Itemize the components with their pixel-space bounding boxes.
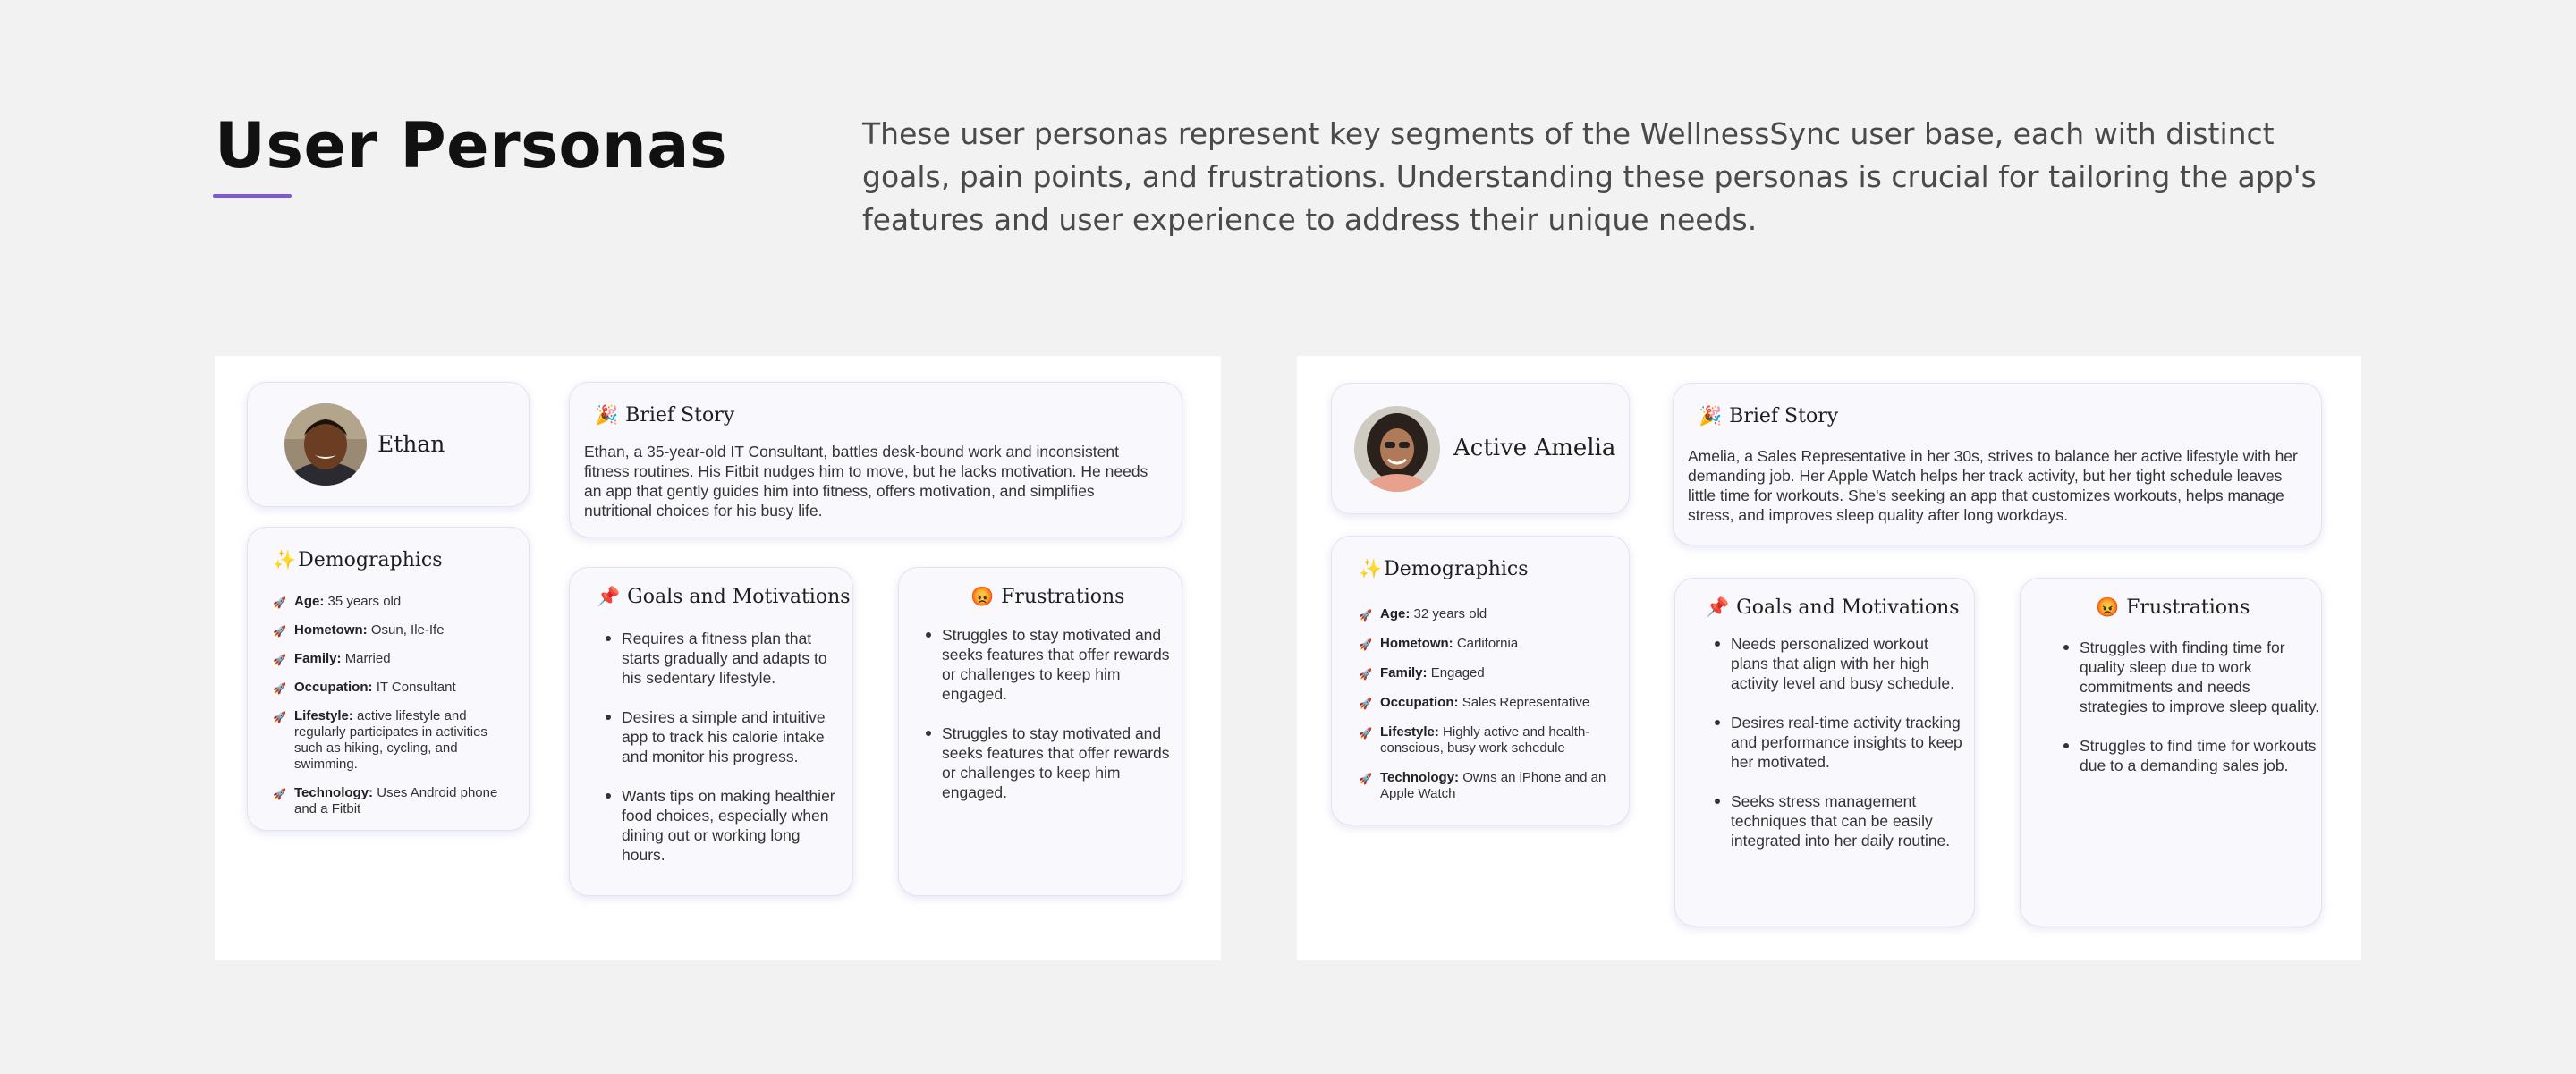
- brief-story-card: 🎉 Brief Story Ethan, a 35-year-old IT Con…: [569, 382, 1182, 537]
- persona-panel-ethan: Ethan ✨Demographics 🚀 Age: 35 years old 🚀…: [215, 356, 1221, 960]
- demographic-item: 🚀 Lifestyle: Highly active and health-con…: [1359, 724, 1590, 756]
- rocket-icon: 🚀: [1359, 609, 1372, 622]
- demographic-item: 🚀 Family: Married: [273, 651, 391, 666]
- title-underline: [213, 194, 292, 198]
- demographics-heading: ✨Demographics: [273, 549, 443, 571]
- rocket-icon: 🚀: [273, 711, 286, 723]
- party-popper-icon: 🎉: [1699, 405, 1723, 427]
- rocket-icon: 🚀: [273, 788, 286, 800]
- brief-story-text: Amelia, a Sales Representative in her 30…: [1688, 447, 2298, 524]
- demographic-item: 🚀 Occupation: Sales Representative: [1359, 695, 1590, 710]
- goal-item: Seeks stress management techniques that …: [1715, 791, 1963, 850]
- goals-list: Needs personalized workout plans that al…: [1711, 634, 1963, 870]
- demographics-card: ✨Demographics 🚀 Age: 35 years old 🚀 Hometo…: [247, 527, 530, 831]
- profile-card: Active Amelia: [1331, 383, 1630, 514]
- rocket-icon: 🚀: [1359, 638, 1372, 651]
- frustrations-list: Struggles to stay motivated and seeks fe…: [922, 625, 1183, 822]
- persona-name: Active Amelia: [1453, 435, 1616, 461]
- demographic-item: 🚀 Hometown: Carlifornia: [1359, 636, 1519, 651]
- demographic-item: 🚀 Family: Engaged: [1359, 665, 1485, 681]
- goal-item: Desires a simple and intuitive app to tr…: [606, 707, 836, 766]
- rocket-icon: 🚀: [1359, 668, 1372, 681]
- sparkles-icon: ✨: [1359, 558, 1383, 579]
- goal-item: Requires a fitness plan that starts grad…: [606, 629, 836, 688]
- rocket-icon: 🚀: [1359, 698, 1372, 710]
- party-popper-icon: 🎉: [595, 404, 619, 426]
- goal-item: Needs personalized workout plans that al…: [1715, 634, 1963, 693]
- demographic-item: 🚀 Technology: Owns an iPhone and an Apple…: [1359, 770, 1606, 801]
- brief-story-heading: 🎉 Brief Story: [595, 404, 735, 427]
- rocket-icon: 🚀: [273, 654, 286, 666]
- goal-item: Wants tips on making healthier food choi…: [606, 787, 835, 864]
- persona-name: Ethan: [377, 431, 445, 457]
- demographic-item: 🚀 Technology: Uses Android phone and a Fi…: [273, 785, 498, 816]
- persona-panel-amelia: Active Amelia ✨Demographics 🚀 Age: 32 yea…: [1297, 356, 2361, 960]
- frustration-item: Struggles with finding time for quality …: [2063, 638, 2320, 715]
- demographic-item: 🚀 Hometown: Osun, Ile-Ife: [273, 622, 445, 638]
- brief-story-card: 🎉 Brief Story Amelia, a Sales Representat…: [1673, 383, 2322, 545]
- profile-card: Ethan: [247, 382, 530, 507]
- frustration-item: Struggles to find time for workouts due …: [2063, 736, 2321, 775]
- frustrations-list: Struggles with finding time for quality …: [2060, 638, 2321, 795]
- rocket-icon: 🚀: [273, 625, 286, 638]
- pushpin-icon: 📌: [597, 586, 621, 607]
- frustrations-card: 😡 Frustrations Struggles with finding tim…: [2020, 578, 2322, 926]
- goals-heading: 📌 Goals and Motivations: [1706, 596, 1960, 619]
- angry-face-icon: 😡: [970, 586, 995, 607]
- page-description: These user personas represent key segmen…: [862, 116, 2317, 237]
- demographic-item: 🚀 Lifestyle: active lifestyle and regular…: [273, 708, 487, 772]
- goals-card: 📌 Goals and Motivations Needs personalize…: [1674, 578, 1975, 926]
- page-title: User Personas: [215, 109, 728, 182]
- sparkles-icon: ✨: [273, 549, 297, 571]
- frustration-item: Struggles to stay motivated and seeks fe…: [926, 625, 1183, 704]
- goals-list: Requires a fitness plan that starts grad…: [602, 629, 836, 884]
- rocket-icon: 🚀: [1359, 727, 1372, 740]
- demographics-list: 🚀 Age: 35 years old 🚀 Hometown: Osun, Ile-…: [273, 594, 505, 817]
- frustrations-heading: 😡 Frustrations: [2096, 596, 2250, 619]
- goals-card: 📌 Goals and Motivations Requires a fitnes…: [569, 567, 853, 896]
- rocket-icon: 🚀: [273, 596, 286, 609]
- brief-story-text: Ethan, a 35-year-old IT Consultant, batt…: [584, 443, 1148, 520]
- brief-story-heading: 🎉 Brief Story: [1699, 405, 1839, 427]
- goal-item: Desires real-time activity tracking and …: [1715, 714, 1962, 771]
- demographics-card: ✨Demographics 🚀 Age: 32 years old 🚀 Hometo…: [1331, 536, 1630, 825]
- demographic-item: 🚀 Age: 35 years old: [273, 594, 402, 609]
- frustrations-heading: 😡 Frustrations: [970, 586, 1125, 608]
- frustration-item: Struggles to stay motivated and seeks fe…: [926, 723, 1183, 802]
- demographic-item: 🚀 Age: 32 years old: [1359, 606, 1487, 622]
- pushpin-icon: 📌: [1706, 596, 1730, 618]
- avatar: [1354, 406, 1440, 492]
- demographics-heading: ✨Demographics: [1359, 558, 1529, 580]
- demographics-list: 🚀 Age: 32 years old 🚀 Hometown: Carliforni…: [1359, 606, 1609, 802]
- goals-heading: 📌 Goals and Motivations: [597, 586, 851, 608]
- avatar: [284, 403, 367, 486]
- rocket-icon: 🚀: [273, 682, 286, 695]
- rocket-icon: 🚀: [1359, 773, 1372, 785]
- demographic-item: 🚀 Occupation: IT Consultant: [273, 680, 456, 695]
- frustrations-card: 😡 Frustrations Struggles to stay motivate…: [898, 567, 1182, 896]
- angry-face-icon: 😡: [2096, 596, 2120, 618]
